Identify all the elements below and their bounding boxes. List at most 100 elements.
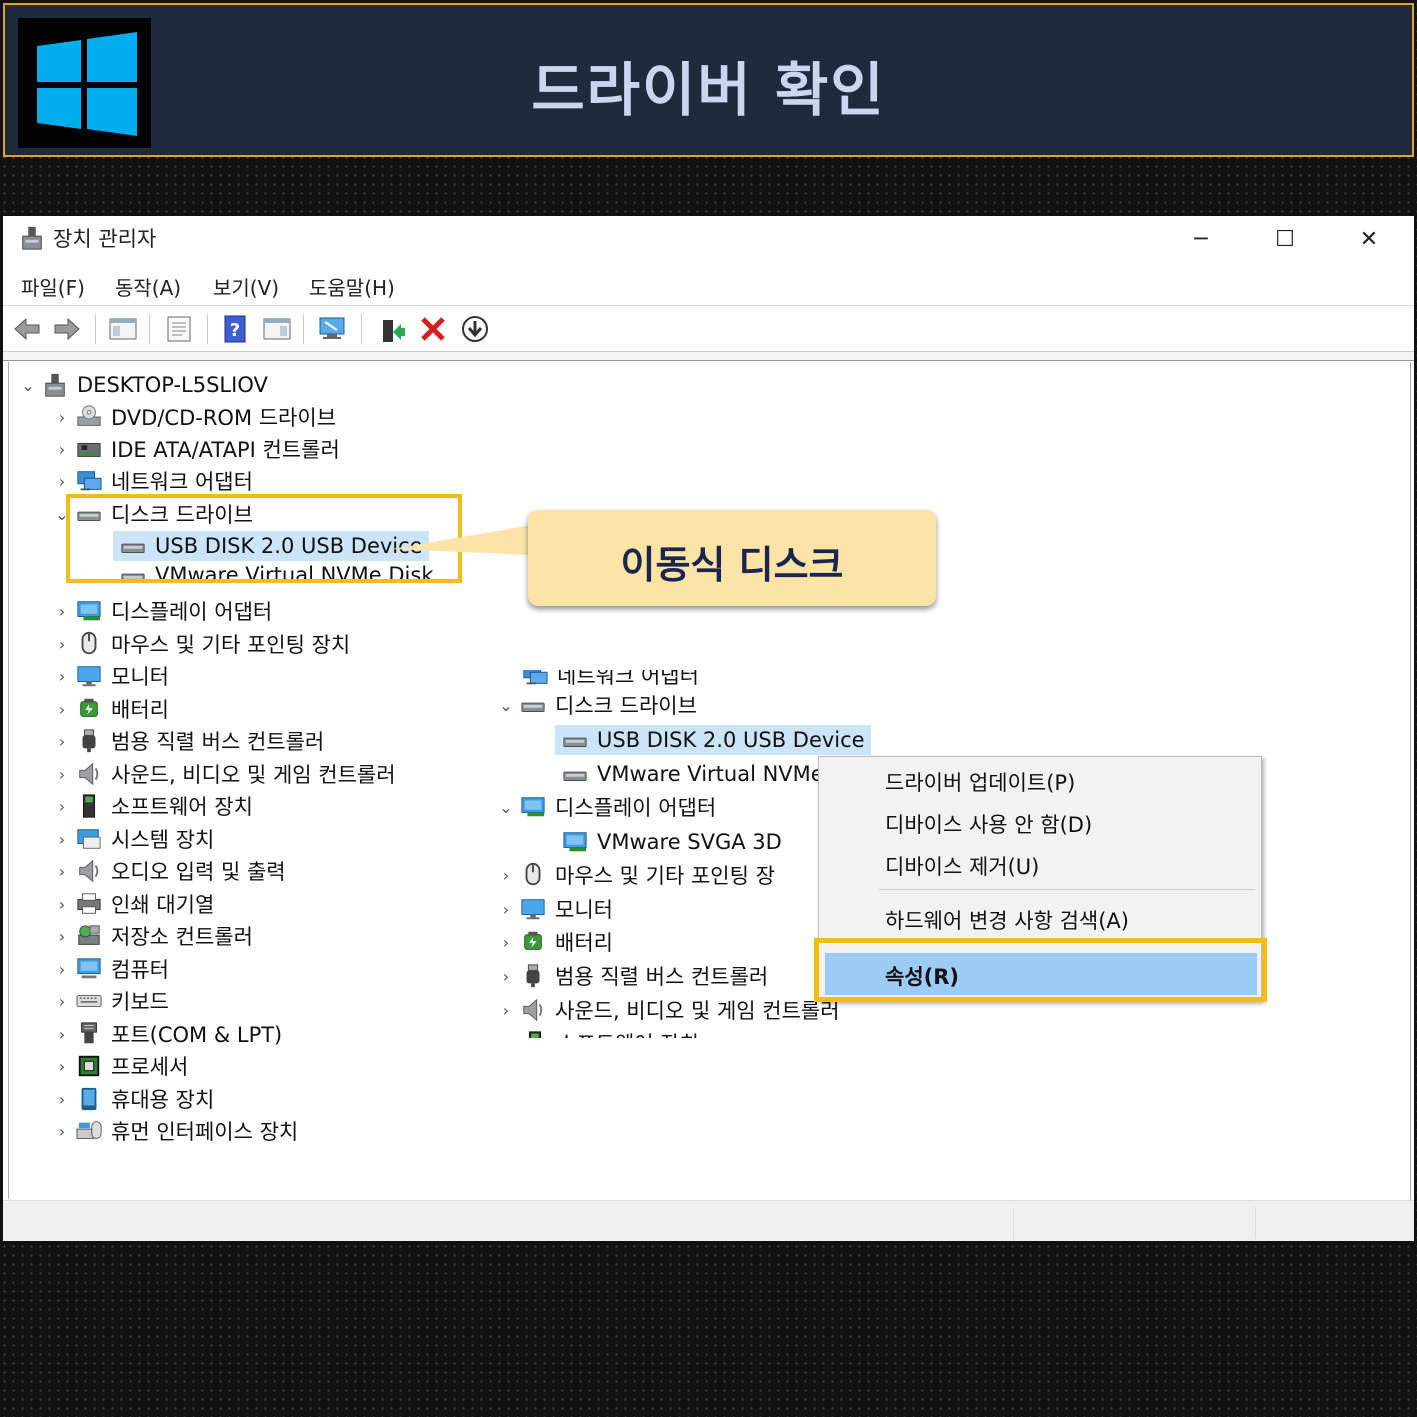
console-tree-icon[interactable]	[107, 314, 139, 344]
chevron-right-icon[interactable]: ›	[49, 667, 75, 686]
chevron-down-icon[interactable]: ⌄	[493, 696, 519, 715]
tree-item[interactable]: › 컴퓨터	[49, 954, 169, 984]
tree-item[interactable]: › 범용 직렬 버스 컨트롤러	[493, 961, 768, 991]
tree-item[interactable]: ⌄ 디스크 드라이브	[493, 690, 697, 720]
tree-item[interactable]: › 휴대용 장치	[49, 1084, 214, 1114]
chevron-right-icon[interactable]: ›	[49, 602, 75, 621]
tree-item[interactable]: › 인쇄 대기열	[49, 889, 214, 919]
chevron-right-icon[interactable]: ›	[49, 1057, 75, 1076]
menu-item-disable-device[interactable]: 디바이스 사용 안 함(D)	[885, 809, 1092, 839]
tree-item[interactable]: VMware SVGA 3D	[561, 827, 782, 857]
chevron-down-icon[interactable]: ⌄	[493, 798, 519, 817]
tree-item-label: 디스크 드라이브	[555, 694, 697, 718]
tree-item[interactable]: 네트워크 어댑터	[521, 670, 699, 690]
maximize-button[interactable]: ☐	[1263, 220, 1307, 258]
tree-item[interactable]: 소프트웨어 장치	[521, 1028, 699, 1038]
tree-item[interactable]: › 사운드, 비디오 및 게임 컨트롤러	[49, 759, 396, 789]
tree-item[interactable]: › 모니터	[49, 661, 169, 691]
tree-item[interactable]: › 범용 직렬 버스 컨트롤러	[49, 726, 324, 756]
menu-file[interactable]: 파일(F)	[21, 272, 85, 301]
tree-item[interactable]: › 디스플레이 어댑터	[49, 596, 272, 626]
properties-sheet-icon[interactable]	[163, 314, 195, 344]
chevron-right-icon[interactable]: ›	[49, 408, 75, 427]
menu-view[interactable]: 보기(V)	[213, 272, 279, 301]
tree-item[interactable]: › 배터리	[49, 694, 169, 724]
tree-item[interactable]: › 모니터	[493, 894, 613, 924]
chevron-right-icon[interactable]: ›	[493, 933, 519, 952]
chevron-right-icon[interactable]: ›	[49, 765, 75, 784]
toolbar-divider	[207, 314, 208, 344]
chevron-right-icon[interactable]: ›	[49, 1122, 75, 1141]
back-arrow-icon[interactable]	[11, 314, 43, 344]
chevron-right-icon[interactable]: ›	[49, 635, 75, 654]
tree-item[interactable]: › 포트(COM & LPT)	[49, 1019, 282, 1049]
title-bar[interactable]: 장치 관리자 ─ ☐ ✕	[3, 216, 1414, 262]
tree-item[interactable]: › IDE ATA/ATAPI 컨트롤러	[49, 434, 340, 464]
chevron-right-icon[interactable]: ›	[49, 862, 75, 881]
menu-item-update-driver[interactable]: 드라이버 업데이트(P)	[885, 767, 1075, 797]
tree-item[interactable]: › 배터리	[493, 927, 613, 957]
disk-drive-icon	[563, 737, 587, 747]
tree-item[interactable]: › 휴먼 인터페이스 장치	[49, 1116, 298, 1146]
action-pane-icon[interactable]	[261, 314, 293, 344]
tree-item-label: IDE ATA/ATAPI 컨트롤러	[111, 438, 340, 462]
close-button[interactable]: ✕	[1347, 220, 1391, 258]
chevron-right-icon[interactable]: ›	[49, 440, 75, 459]
status-divider	[1013, 1207, 1014, 1239]
chevron-right-icon[interactable]: ›	[49, 700, 75, 719]
chevron-right-icon[interactable]: ›	[49, 1025, 75, 1044]
tree-item-label: 마우스 및 기타 포인팅 장	[555, 864, 775, 888]
tree-item-label: 프로세서	[111, 1055, 189, 1079]
chevron-right-icon[interactable]: ›	[493, 967, 519, 986]
chevron-right-icon[interactable]: ›	[49, 472, 75, 491]
chevron-right-icon[interactable]: ›	[49, 992, 75, 1011]
chevron-right-icon[interactable]: ›	[49, 797, 75, 816]
chevron-right-icon[interactable]: ›	[493, 866, 519, 885]
chevron-down-icon[interactable]: ⌄	[15, 376, 41, 395]
chevron-right-icon[interactable]: ›	[493, 1001, 519, 1020]
tree-item[interactable]: › 네트워크 어댑터	[49, 466, 253, 496]
tree-item[interactable]: › 사운드, 비디오 및 게임 컨트롤러	[493, 995, 840, 1025]
display-adapter-icon	[563, 832, 587, 852]
tree-item[interactable]: › 오디오 입력 및 출력	[49, 856, 286, 886]
chevron-right-icon[interactable]: ›	[49, 895, 75, 914]
tree-item[interactable]: ⌄ 디스플레이 어댑터	[493, 792, 716, 822]
chevron-right-icon[interactable]: ›	[49, 1090, 75, 1109]
chevron-right-icon[interactable]: ›	[49, 830, 75, 849]
chevron-right-icon[interactable]: ›	[49, 732, 75, 751]
forward-arrow-icon[interactable]	[51, 314, 83, 344]
menu-help[interactable]: 도움말(H)	[309, 272, 395, 301]
menu-action[interactable]: 동작(A)	[115, 272, 181, 301]
computer-icon	[77, 958, 101, 979]
tree-item[interactable]: › 소프트웨어 장치	[49, 791, 253, 821]
tree-item-label: 범용 직렬 버스 컨트롤러	[111, 730, 325, 754]
tree-item-selected[interactable]: USB DISK 2.0 USB Device	[555, 725, 871, 755]
tree-item[interactable]: › 마우스 및 기타 포인팅 장치	[49, 629, 350, 659]
menu-item-scan-hardware[interactable]: 하드웨어 변경 사항 검색(A)	[885, 905, 1129, 935]
battery-icon	[80, 698, 98, 717]
computer-tower-icon	[45, 373, 65, 397]
scan-hardware-icon[interactable]	[317, 314, 349, 344]
update-driver-icon[interactable]	[375, 314, 407, 344]
uninstall-icon[interactable]	[417, 314, 449, 344]
toolbar: ?	[3, 308, 1414, 350]
tree-item[interactable]: › 프로세서	[49, 1051, 188, 1081]
banner-title: 드라이버 확인	[531, 56, 886, 124]
tree-item-label: 포트(COM & LPT)	[111, 1023, 283, 1047]
tree-item[interactable]: › 시스템 장치	[49, 824, 214, 854]
tree-item-label: 마우스 및 기타 포인팅 장치	[111, 633, 351, 657]
tree-item[interactable]: › 저장소 컨트롤러	[49, 921, 253, 951]
tree-item[interactable]: › 키보드	[49, 986, 169, 1016]
chevron-right-icon[interactable]: ›	[49, 960, 75, 979]
chevron-right-icon[interactable]: ›	[49, 927, 75, 946]
tree-root[interactable]: ⌄ DESKTOP-L5SLIOV	[15, 370, 268, 400]
chevron-right-icon[interactable]: ›	[493, 900, 519, 919]
tree-item[interactable]: VMware Virtual NVMe	[561, 759, 824, 789]
minimize-button[interactable]: ─	[1179, 220, 1223, 258]
help-icon[interactable]: ?	[219, 314, 251, 344]
download-circle-icon[interactable]	[459, 314, 491, 344]
tree-item[interactable]: › 마우스 및 기타 포인팅 장	[493, 860, 775, 890]
menu-item-uninstall-device[interactable]: 디바이스 제거(U)	[885, 851, 1039, 881]
tree-item[interactable]: › DVD/CD-ROM 드라이브	[49, 402, 336, 432]
toolbar-divider	[3, 351, 1414, 361]
